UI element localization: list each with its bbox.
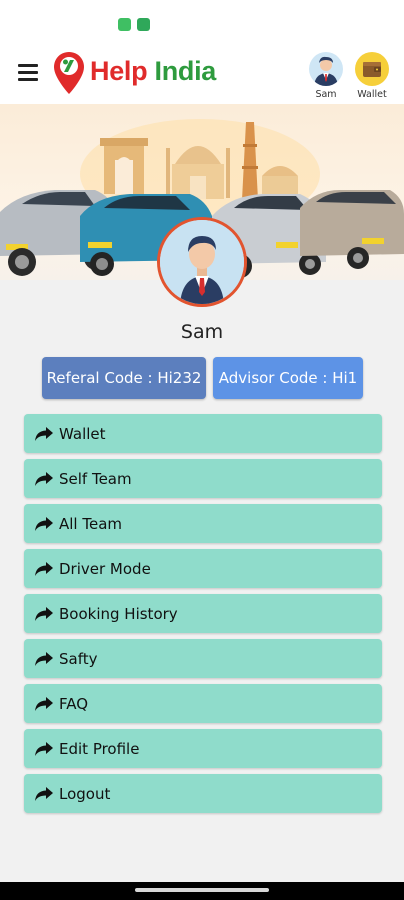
menu-item-label: Self Team [59, 469, 132, 488]
menu-item-driver-mode[interactable]: Driver Mode [24, 549, 382, 588]
referral-code-button[interactable]: Referal Code : Hi232 [42, 357, 206, 399]
menu-list: Wallet Self Team All Team Driver Mode Bo… [24, 414, 382, 819]
wallet-button[interactable]: Wallet [352, 52, 392, 100]
menu-item-label: FAQ [59, 694, 89, 713]
share-arrow-icon [35, 606, 53, 621]
profile-name: Sam [180, 321, 224, 343]
wallet-label: Wallet [357, 89, 387, 100]
wallet-icon [355, 52, 389, 86]
menu-item-self-team[interactable]: Self Team [24, 459, 382, 498]
user-avatar-icon [160, 220, 244, 304]
notification-icon [137, 18, 150, 31]
menu-item-all-team[interactable]: All Team [24, 504, 382, 543]
share-arrow-icon [35, 426, 53, 441]
menu-item-label: Driver Mode [59, 559, 151, 578]
menu-item-safety[interactable]: Safty [24, 639, 382, 678]
share-arrow-icon [35, 696, 53, 711]
share-arrow-icon [35, 471, 53, 486]
share-arrow-icon [35, 561, 53, 576]
share-arrow-icon [35, 741, 53, 756]
location-pin-icon [54, 52, 84, 94]
user-label: Sam [315, 89, 337, 100]
menu-item-label: Wallet [59, 424, 106, 443]
menu-item-faq[interactable]: FAQ [24, 684, 382, 723]
advisor-code-button[interactable]: Advisor Code : Hi1 [213, 357, 363, 399]
menu-item-label: Edit Profile [59, 739, 140, 758]
user-avatar-icon [309, 52, 343, 86]
menu-item-edit-profile[interactable]: Edit Profile [24, 729, 382, 768]
user-profile-button[interactable]: Sam [308, 52, 344, 100]
system-nav-bar [0, 882, 404, 900]
menu-item-label: Logout [59, 784, 111, 803]
profile-avatar[interactable] [157, 217, 247, 307]
share-arrow-icon [35, 516, 53, 531]
status-bar [0, 0, 404, 46]
share-arrow-icon [35, 786, 53, 801]
app-logo-text: Help India [90, 56, 217, 86]
menu-item-wallet[interactable]: Wallet [24, 414, 382, 453]
share-arrow-icon [35, 651, 53, 666]
notification-icon [118, 18, 131, 31]
menu-item-booking-history[interactable]: Booking History [24, 594, 382, 633]
menu-item-label: Safty [59, 649, 98, 668]
app-header: Help India Sam Wallet [0, 46, 404, 104]
menu-item-label: All Team [59, 514, 123, 533]
hamburger-icon[interactable] [18, 64, 40, 82]
menu-item-label: Booking History [59, 604, 178, 623]
menu-item-logout[interactable]: Logout [24, 774, 382, 813]
home-gesture-handle[interactable] [135, 888, 269, 892]
